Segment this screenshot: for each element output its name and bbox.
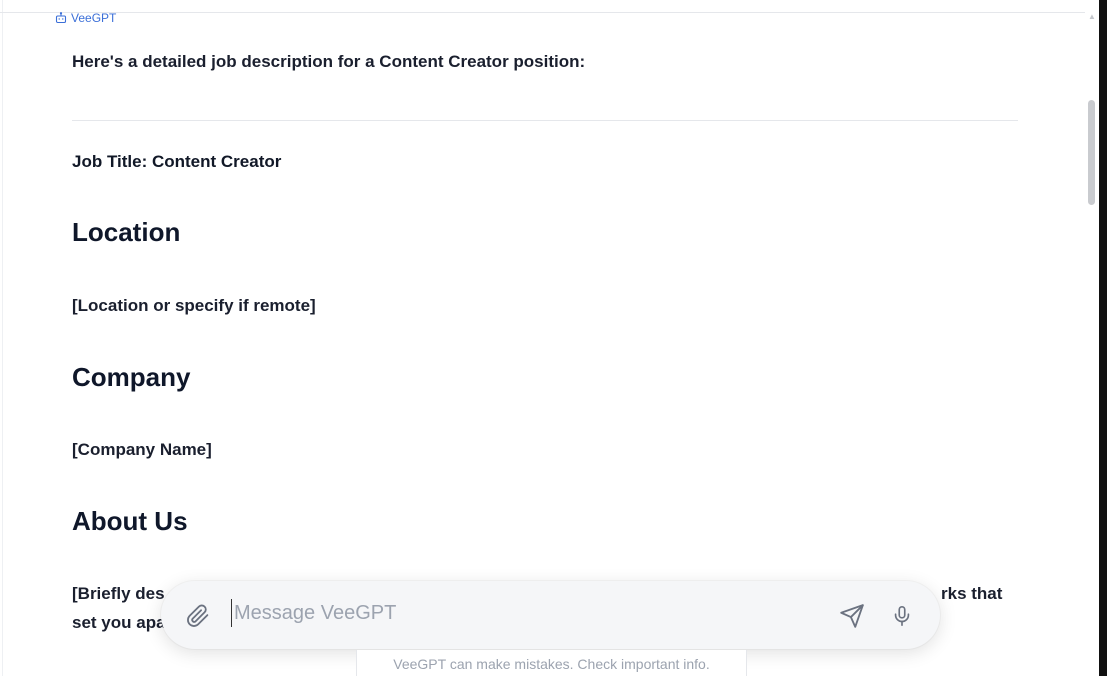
scroll-up-arrow-icon[interactable]: ▲ <box>1088 13 1096 21</box>
disclaimer-container: VeeGPT can make mistakes. Check importan… <box>356 650 747 676</box>
company-text: [Company Name] <box>72 440 212 459</box>
heading-about-us: About Us <box>72 506 188 536</box>
location-text: [Location or specify if remote] <box>72 296 316 315</box>
microphone-button[interactable] <box>889 601 915 631</box>
sender-name: VeeGPT <box>71 11 117 25</box>
message-composer <box>161 581 940 649</box>
about-text-line1: [Briefly des <box>72 584 165 603</box>
send-button[interactable] <box>837 601 867 631</box>
disclaimer-text: VeeGPT can make mistakes. Check importan… <box>393 656 710 672</box>
paperclip-icon <box>187 604 209 627</box>
job-title: Job Title: Content Creator <box>72 152 282 171</box>
message-sender: VeeGPT <box>55 10 116 26</box>
robot-icon <box>55 12 67 24</box>
heading-company: Company <box>72 362 191 392</box>
left-border <box>2 0 3 676</box>
about-text-line2: set you apa <box>72 613 166 632</box>
about-text-trailing: rks that <box>941 584 1003 603</box>
message-intro: Here's a detailed job description for a … <box>72 52 586 71</box>
heading-location: Location <box>72 217 181 247</box>
scrollbar-thumb[interactable] <box>1088 100 1095 205</box>
window-edge <box>1099 0 1107 676</box>
microphone-icon <box>894 606 910 626</box>
send-icon <box>840 604 864 628</box>
content-divider <box>72 120 1018 121</box>
message-input[interactable] <box>231 599 794 627</box>
chat-page: VeeGPT Here's a detailed job description… <box>0 0 1107 676</box>
top-divider <box>0 12 1099 13</box>
attach-button[interactable] <box>185 603 211 629</box>
